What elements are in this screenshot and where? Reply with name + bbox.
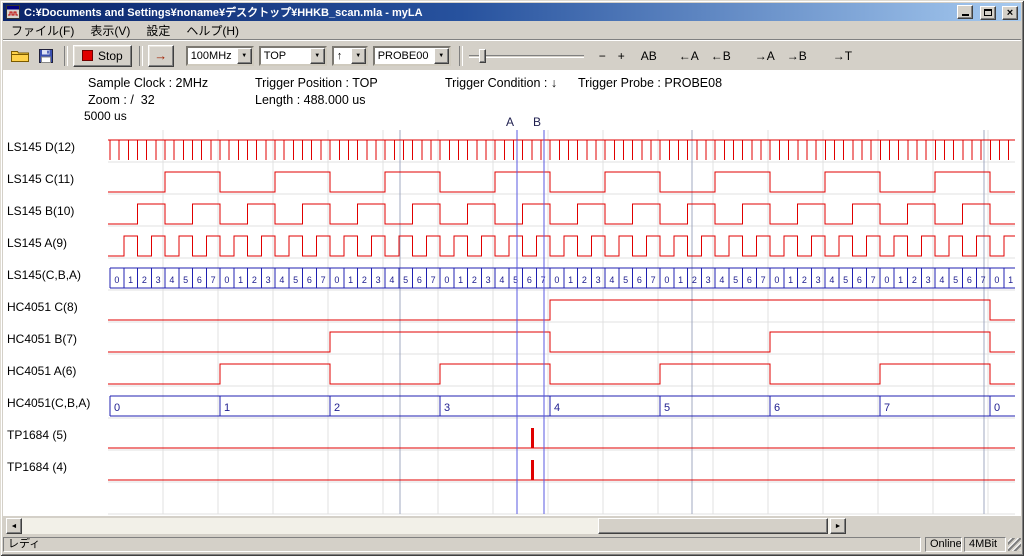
goto-cursor-b-left-button[interactable]: ←B	[706, 47, 736, 65]
trigger-probe-value: PROBE00	[375, 50, 434, 62]
trigger-edge-value: ↑	[334, 50, 351, 62]
status-message: レディ	[3, 537, 921, 552]
app-window: C:¥Documents and Settings¥noname¥デスクトップ¥…	[0, 0, 1024, 556]
sample-clock-combo[interactable]: 100MHz ▼	[186, 46, 254, 66]
info-sample-clock: Sample Clock : 2MHz	[88, 76, 208, 90]
info-trigger-condition: Trigger Condition : ↓	[445, 76, 557, 90]
dropdown-arrow-icon[interactable]: ▼	[351, 48, 366, 64]
info-trigger-position: Trigger Position : TOP	[255, 76, 378, 90]
scroll-right-button[interactable]: ►	[830, 518, 846, 534]
goto-cursor-a-left-button[interactable]: ←A	[674, 47, 704, 65]
maximize-icon	[984, 9, 992, 16]
zoom-slider-handle[interactable]	[479, 49, 486, 63]
status-online: Online	[925, 537, 962, 552]
sample-clock-value: 100MHz	[188, 50, 237, 62]
run-button[interactable]: →	[148, 45, 174, 67]
resize-grip[interactable]	[1008, 538, 1021, 551]
toolbar-separator	[139, 46, 143, 66]
menu-file[interactable]: ファイル(F)	[3, 20, 82, 41]
horizontal-scrollbar[interactable]: ◄ ►	[6, 518, 846, 534]
stop-icon	[82, 50, 93, 61]
minimize-icon	[962, 14, 969, 16]
trigger-position-value: TOP	[261, 50, 310, 62]
info-zoom: Zoom : / 32	[88, 93, 155, 107]
zoom-out-button[interactable]: −	[594, 47, 611, 65]
waveform-client-area	[3, 70, 1021, 516]
app-icon	[6, 5, 20, 19]
stop-button[interactable]: Stop	[73, 45, 132, 67]
zoom-in-button[interactable]: +	[613, 47, 630, 65]
open-folder-icon	[11, 49, 29, 62]
time-origin-label: 5000 us	[84, 109, 127, 123]
floppy-icon	[39, 49, 53, 63]
goto-cursor-a-right-button[interactable]: →A	[750, 47, 780, 65]
toolbar: Stop → 100MHz ▼ TOP ▼ ↑ ▼ PROBE00 ▼ − + …	[3, 40, 1021, 70]
goto-cursor-b-right-button[interactable]: →B	[782, 47, 812, 65]
dropdown-arrow-icon[interactable]: ▼	[237, 48, 252, 64]
status-memory: 4MBit	[964, 537, 1006, 552]
close-button[interactable]: ×	[1002, 6, 1018, 20]
menu-view[interactable]: 表示(V)	[82, 20, 138, 41]
minimize-button[interactable]	[957, 5, 973, 19]
cursor-ab-button[interactable]: AB	[636, 47, 662, 65]
trigger-probe-combo[interactable]: PROBE00 ▼	[373, 46, 451, 66]
trigger-position-combo[interactable]: TOP ▼	[259, 46, 327, 66]
close-icon: ×	[1007, 8, 1013, 18]
statusbar: レディ Online 4MBit	[3, 536, 1021, 553]
toolbar-separator	[459, 46, 463, 66]
trigger-edge-combo[interactable]: ↑ ▼	[332, 46, 368, 66]
menubar: ファイル(F) 表示(V) 設定 ヘルプ(H)	[3, 21, 1021, 40]
dropdown-arrow-icon[interactable]: ▼	[310, 48, 325, 64]
save-button[interactable]	[35, 45, 57, 67]
stop-label: Stop	[98, 49, 123, 63]
zoom-slider-track[interactable]	[469, 55, 584, 58]
info-trigger-probe: Trigger Probe : PROBE08	[578, 76, 722, 90]
scroll-left-button[interactable]: ◄	[6, 518, 22, 534]
info-length: Length : 488.000 us	[255, 93, 366, 107]
menu-help[interactable]: ヘルプ(H)	[178, 20, 247, 41]
window-controls: ×	[955, 3, 1018, 21]
toolbar-separator	[64, 46, 68, 66]
dropdown-arrow-icon[interactable]: ▼	[434, 48, 449, 64]
scrollbar-thumb[interactable]	[598, 518, 828, 534]
titlebar[interactable]: C:¥Documents and Settings¥noname¥デスクトップ¥…	[3, 3, 1021, 21]
window-title: C:¥Documents and Settings¥noname¥デスクトップ¥…	[24, 4, 955, 20]
open-button[interactable]	[9, 45, 31, 67]
run-arrow-icon: →	[154, 48, 167, 63]
maximize-button[interactable]	[980, 6, 996, 20]
goto-trigger-button[interactable]: →T	[828, 47, 857, 65]
zoom-slider[interactable]	[469, 46, 584, 66]
menu-settings[interactable]: 設定	[138, 20, 178, 41]
